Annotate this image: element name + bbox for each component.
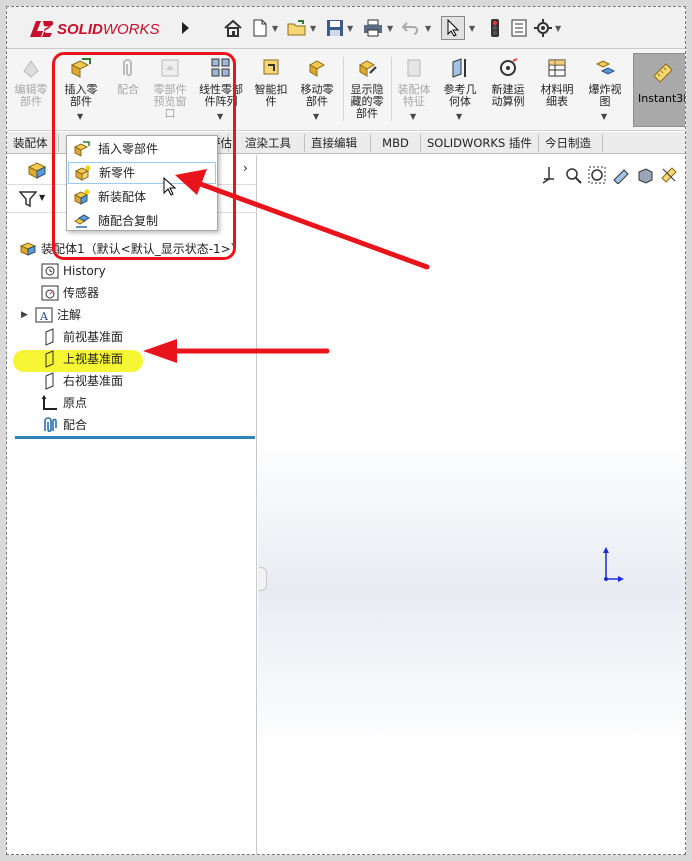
- chevron-down-icon[interactable]: ▼: [272, 24, 278, 33]
- ribbon-separator: [391, 57, 392, 121]
- filter-icon[interactable]: [19, 190, 37, 208]
- chevron-right-icon[interactable]: ›: [243, 161, 248, 175]
- annotation-highlight-box: [52, 52, 236, 260]
- reference-geometry-button[interactable]: 参考几 何体 ▼: [439, 53, 481, 129]
- svg-text:A: A: [39, 310, 49, 323]
- edit-component-icon: [23, 60, 39, 78]
- plane-icon: [41, 328, 59, 346]
- reference-geometry-icon: [452, 58, 466, 78]
- tree-item-top-plane[interactable]: 上视基准面: [41, 349, 123, 369]
- chevron-down-icon[interactable]: ▼: [601, 111, 607, 123]
- panel-splitter-handle[interactable]: [259, 567, 267, 591]
- gear-icon[interactable]: [533, 18, 553, 38]
- paperclip-icon: [41, 416, 59, 434]
- chevron-right-icon[interactable]: ▶: [21, 305, 35, 325]
- plane-icon: [41, 350, 59, 368]
- hide-show-items-icon[interactable]: [659, 165, 679, 185]
- tree-item-label: 右视基准面: [63, 374, 124, 388]
- new-motion-study-button[interactable]: 新建运 动算例: [485, 53, 531, 129]
- solidworks-window: SOLIDWORKS ▼ ▼ ▼ ▼ ▼ ▼ ▼ 编辑零 部件 插入零 部件 ▼…: [6, 6, 686, 855]
- tree-item-label: 上视基准面: [63, 352, 124, 366]
- open-folder-icon[interactable]: [287, 18, 307, 38]
- save-icon[interactable]: [325, 18, 345, 38]
- tree-item-right-plane[interactable]: 右视基准面: [41, 371, 123, 391]
- tree-item-front-plane[interactable]: 前视基准面: [41, 327, 123, 347]
- instant3d-button[interactable]: Instant3D: [633, 53, 685, 127]
- tree-item-mates[interactable]: 配合: [41, 415, 87, 435]
- ds-logo-icon: [30, 21, 54, 37]
- show-hidden-components-button[interactable]: 显示隐 藏的零 部件: [345, 53, 389, 129]
- annotation-icon: A: [35, 306, 53, 324]
- tree-item-origin[interactable]: 原点: [41, 393, 87, 413]
- new-document-icon[interactable]: [250, 18, 270, 38]
- ruler-icon: [653, 63, 673, 83]
- display-style-icon[interactable]: [635, 165, 655, 185]
- tab-direct-editing[interactable]: 直接编辑: [305, 134, 371, 152]
- home-icon[interactable]: [223, 18, 243, 38]
- section-view-icon[interactable]: [611, 165, 631, 185]
- heads-up-toolbar: [539, 165, 679, 185]
- assembly-features-icon: [407, 59, 421, 77]
- sensor-icon: [41, 284, 59, 302]
- tree-item-label: 前视基准面: [63, 330, 124, 344]
- feature-manager-panel: › ▼ 装配体1（默认<默认_显示状态-1>） History 传感器 ▶ A …: [7, 155, 257, 854]
- smart-fastener-icon: [263, 59, 279, 75]
- ribbon-separator: [343, 57, 344, 121]
- tab-render-tools[interactable]: 渲染工具: [239, 134, 305, 152]
- tab-solidworks-addins[interactable]: SOLIDWORKS 插件: [421, 134, 539, 152]
- smart-fasteners-button[interactable]: 智能扣 件: [251, 53, 291, 129]
- bom-table-icon: [548, 59, 566, 77]
- history-icon: [41, 262, 59, 280]
- solidworks-logo[interactable]: SOLIDWORKS: [27, 17, 160, 41]
- tree-item-annotations[interactable]: ▶ A 注解: [21, 305, 81, 325]
- zoom-to-fit-icon[interactable]: [563, 165, 583, 185]
- show-hidden-icon: [358, 60, 377, 77]
- file-properties-icon[interactable]: [509, 18, 529, 38]
- assembly-icon: [19, 240, 37, 258]
- chevron-down-icon[interactable]: ▼: [555, 24, 561, 33]
- feature-manager-tab-icon[interactable]: [27, 161, 47, 179]
- assembly-features-button[interactable]: 装配体 特征 ▼: [393, 53, 435, 129]
- chevron-down-icon[interactable]: ▼: [387, 24, 393, 33]
- logo-text: SOLIDWORKS: [57, 20, 160, 38]
- exploded-view-button[interactable]: 爆炸视 图 ▼: [583, 53, 627, 129]
- motion-study-icon: [500, 58, 518, 76]
- chevron-down-icon[interactable]: ▼: [456, 111, 462, 123]
- tree-item-label: History: [63, 264, 106, 278]
- plane-icon: [41, 372, 59, 390]
- tree-item-label: 原点: [63, 396, 88, 410]
- expand-menu-icon[interactable]: [175, 18, 195, 38]
- tree-item-label: 传感器: [63, 286, 100, 300]
- move-component-button[interactable]: 移动零 部件 ▼: [295, 53, 339, 129]
- tree-item-label: 注解: [57, 308, 82, 322]
- view-orientation-icon[interactable]: [539, 165, 559, 185]
- graphics-viewport[interactable]: [258, 155, 685, 854]
- chevron-down-icon[interactable]: ▼: [313, 111, 319, 123]
- origin-icon: [41, 394, 59, 412]
- edit-component-button[interactable]: 编辑零 部件: [11, 53, 51, 129]
- chevron-down-icon[interactable]: ▼: [410, 111, 416, 123]
- tree-item-sensors[interactable]: 传感器: [41, 283, 99, 303]
- title-bar: SOLIDWORKS ▼ ▼ ▼ ▼ ▼ ▼ ▼: [7, 7, 685, 49]
- chevron-down-icon[interactable]: ▼: [469, 24, 475, 33]
- tab-mbd[interactable]: MBD: [371, 134, 421, 152]
- exploded-view-icon: [595, 60, 616, 75]
- zoom-area-icon[interactable]: [587, 165, 607, 185]
- tree-item-history[interactable]: History: [41, 261, 106, 281]
- rollback-bar[interactable]: [15, 436, 255, 439]
- undo-icon[interactable]: [401, 18, 421, 38]
- chevron-down-icon[interactable]: ▼: [310, 24, 316, 33]
- print-icon[interactable]: [363, 18, 383, 38]
- select-cursor-icon[interactable]: [441, 16, 465, 40]
- triad-axis-icon: [603, 547, 624, 582]
- tab-manufacturing[interactable]: 今日制造: [539, 134, 603, 152]
- move-component-icon: [308, 60, 326, 77]
- bill-of-materials-button[interactable]: 材料明 细表: [535, 53, 579, 129]
- chevron-down-icon[interactable]: ▼: [347, 24, 353, 33]
- traffic-light-icon[interactable]: [485, 18, 505, 38]
- chevron-down-icon[interactable]: ▼: [39, 193, 45, 202]
- tree-item-label: 配合: [63, 418, 88, 432]
- chevron-down-icon[interactable]: ▼: [425, 24, 431, 33]
